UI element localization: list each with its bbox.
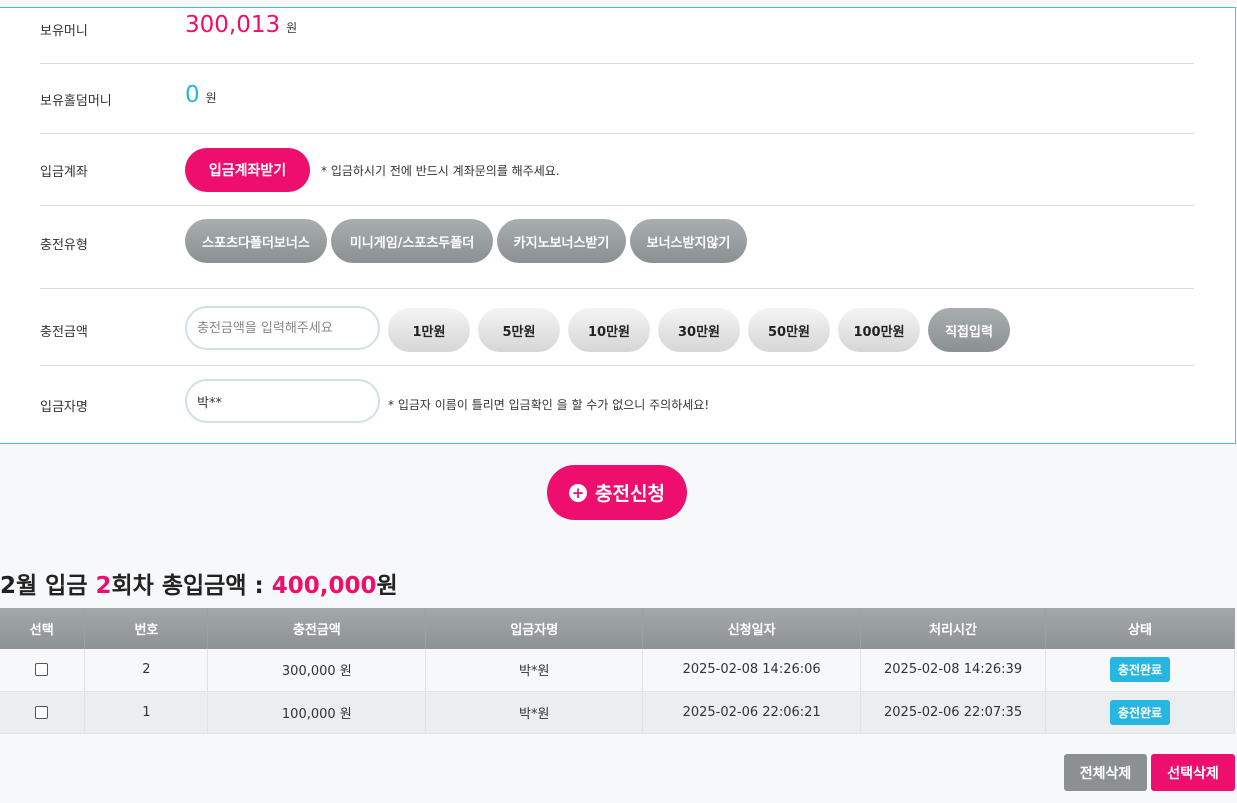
holdem-balance-value: 0원 xyxy=(185,82,217,108)
holdem-balance-unit: 원 xyxy=(205,91,217,105)
charge-request-button[interactable]: + 충전신청 xyxy=(547,465,687,520)
balance-amount: 300,013 xyxy=(185,12,281,38)
request-account-button[interactable]: 입금계좌받기 xyxy=(185,148,310,192)
col-header-number: 번호 xyxy=(84,608,209,649)
amount-manual-button[interactable]: 직접입력 xyxy=(928,308,1010,352)
charge-type-row: 충전유형 스포츠다폴더보너스 미니게임/스포츠두폴더 카지노보너스받기 보너스받… xyxy=(40,206,1194,289)
holdem-balance-amount: 0 xyxy=(185,82,200,108)
row-requested: 2025-02-06 22:06:21 xyxy=(642,691,862,734)
row-status-cell: 충전완료 xyxy=(1045,649,1235,692)
charge-amount-label: 충전금액 xyxy=(40,325,88,340)
table-row: 1 100,000 원 박*원 2025-02-06 22:06:21 2025… xyxy=(0,691,1235,734)
charge-type-option-sports-bonus[interactable]: 스포츠다폴더보너스 xyxy=(185,219,327,263)
status-badge: 충전완료 xyxy=(1109,699,1171,725)
amount-option-10k[interactable]: 1만원 xyxy=(388,308,470,352)
col-header-amount: 충전금액 xyxy=(207,608,427,649)
amount-option-500k[interactable]: 50만원 xyxy=(748,308,830,352)
amount-option-100k[interactable]: 10만원 xyxy=(568,308,650,352)
row-depositor: 박*원 xyxy=(425,649,644,692)
account-row: 입금계좌 입금계좌받기 * 입금하시기 전에 반드시 계좌문의를 해주세요. xyxy=(40,134,1194,206)
table-row: 2 300,000 원 박*원 2025-02-08 14:26:06 2025… xyxy=(0,649,1235,692)
depositor-label: 입금자명 xyxy=(40,400,88,415)
balance-value: 300,013 원 xyxy=(185,12,297,38)
row-checkbox[interactable] xyxy=(35,663,49,677)
row-select-cell xyxy=(0,649,86,692)
holdem-balance-label: 보유홀덤머니 xyxy=(40,94,112,109)
summary-middle: 회차 총입금액 : xyxy=(111,573,272,599)
row-processed: 2025-02-08 14:26:39 xyxy=(860,649,1047,692)
row-number: 2 xyxy=(84,649,209,692)
col-header-select: 선택 xyxy=(0,608,86,649)
row-amount: 300,000 원 xyxy=(207,649,427,692)
delete-selected-button[interactable]: 선택삭제 xyxy=(1151,754,1235,791)
col-header-processed: 처리시간 xyxy=(860,608,1047,649)
balance-unit: 원 xyxy=(286,21,298,35)
status-badge: 충전완료 xyxy=(1109,657,1171,683)
summary-suffix: 원 xyxy=(376,573,398,599)
depositor-note: * 입금자 이름이 틀리면 입금확인 을 할 수가 없으니 주의하세요! xyxy=(388,398,710,412)
depositor-row: 입금자명 * 입금자 이름이 틀리면 입금확인 을 할 수가 없으니 주의하세요… xyxy=(40,366,1194,444)
summary-prefix: 2월 입금 xyxy=(0,573,96,599)
charge-type-option-minigame[interactable]: 미니게임/스포츠두폴더 xyxy=(331,219,493,263)
charge-type-label: 충전유형 xyxy=(40,238,88,253)
balance-row: 보유머니 300,013 원 xyxy=(40,8,1194,64)
summary-count: 2 xyxy=(95,573,112,599)
amount-option-50k[interactable]: 5만원 xyxy=(478,308,560,352)
col-header-requested: 신청일자 xyxy=(642,608,862,649)
row-number: 1 xyxy=(84,691,209,734)
col-header-status: 상태 xyxy=(1045,608,1235,649)
row-checkbox[interactable] xyxy=(35,705,49,719)
plus-circle-icon: + xyxy=(569,483,588,502)
charge-type-option-casino-bonus[interactable]: 카지노보너스받기 xyxy=(497,219,626,263)
holdem-balance-row: 보유홀덤머니 0원 xyxy=(40,64,1194,134)
charge-amount-row: 충전금액 1만원 5만원 10만원 30만원 50만원 100만원 직접입력 xyxy=(40,289,1194,366)
account-note: * 입금하시기 전에 반드시 계좌문의를 해주세요. xyxy=(321,164,560,178)
depositor-input[interactable] xyxy=(185,379,380,423)
deposit-history-table: 선택 번호 충전금액 입금자명 신청일자 처리시간 상태 2 300,000 원… xyxy=(0,608,1235,734)
amount-option-1m[interactable]: 100만원 xyxy=(838,308,920,352)
row-status-cell: 충전완료 xyxy=(1045,691,1235,734)
row-depositor: 박*원 xyxy=(425,691,644,734)
amount-option-300k[interactable]: 30만원 xyxy=(658,308,740,352)
charge-amount-input[interactable] xyxy=(185,306,380,350)
balance-label: 보유머니 xyxy=(40,24,88,39)
account-label: 입금계좌 xyxy=(40,165,88,180)
row-amount: 100,000 원 xyxy=(207,691,427,734)
row-requested: 2025-02-08 14:26:06 xyxy=(642,649,862,692)
row-select-cell xyxy=(0,691,86,734)
table-header-row: 선택 번호 충전금액 입금자명 신청일자 처리시간 상태 xyxy=(0,608,1235,649)
col-header-depositor: 입금자명 xyxy=(425,608,644,649)
row-processed: 2025-02-06 22:07:35 xyxy=(860,691,1047,734)
charge-request-label: 충전신청 xyxy=(595,483,665,505)
monthly-summary: 2월 입금 2회차 총입금액 : 400,000원 xyxy=(0,566,398,600)
delete-all-button[interactable]: 전체삭제 xyxy=(1064,754,1147,791)
charge-type-option-no-bonus[interactable]: 보너스받지않기 xyxy=(630,219,747,263)
summary-total: 400,000 xyxy=(271,573,377,599)
